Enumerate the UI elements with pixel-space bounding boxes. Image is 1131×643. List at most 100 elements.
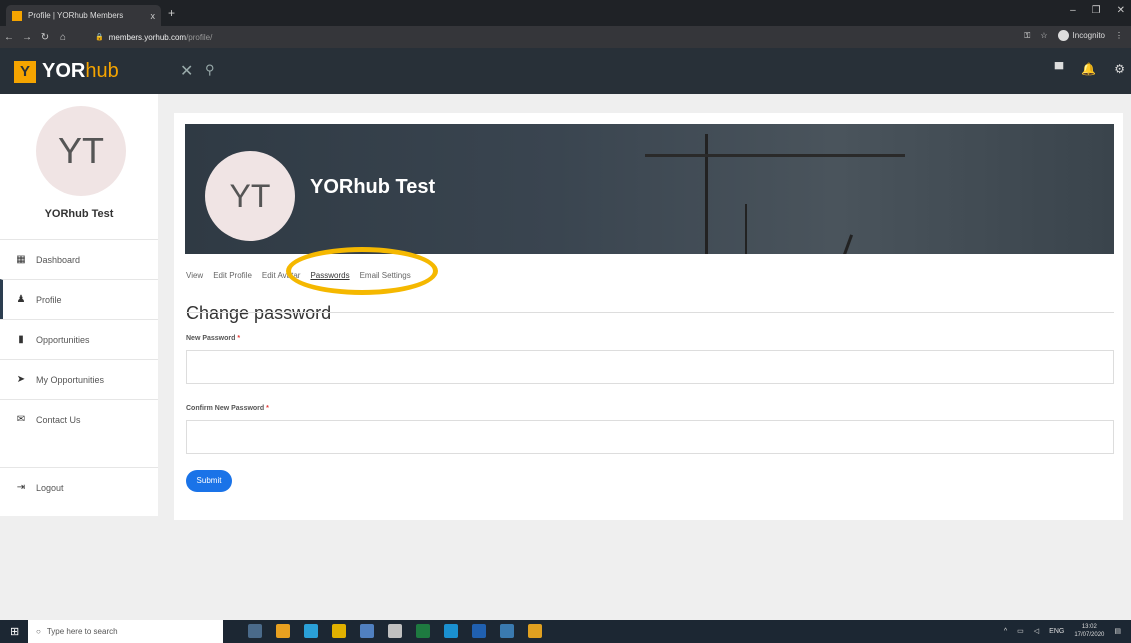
avatar: YT	[36, 106, 126, 196]
network-icon[interactable]: ▭	[1017, 627, 1024, 635]
back-icon[interactable]: ←	[0, 32, 18, 43]
sidebar-item-label: Opportunities	[36, 334, 90, 345]
browser-right-controls: ⚿ ☆ Incognito ⋮	[1024, 30, 1123, 41]
folder-icon[interactable]	[528, 624, 542, 638]
logo-mark: Y	[14, 60, 36, 83]
incognito-icon	[1057, 30, 1069, 41]
excel-icon[interactable]	[416, 624, 430, 638]
tab-passwords[interactable]: Passwords	[310, 271, 349, 280]
sidebar: YT YORhub Test ▦ Dashboard ♟ Profile ▮ O…	[0, 94, 158, 516]
profile-tabs: View Edit Profile Edit Avatar Passwords …	[186, 271, 411, 280]
tab-close-button[interactable]: x	[151, 11, 156, 21]
url-field[interactable]: 🔒 members.yorhub.com /profile/	[95, 30, 212, 44]
tab-edit-avatar[interactable]: Edit Avatar	[262, 271, 301, 280]
arrow-icon: ➤	[16, 374, 26, 385]
sidebar-item-label: Logout	[36, 482, 64, 493]
header-actions: ▀ 🔔 ⚙	[1055, 62, 1125, 76]
url-host: members.yorhub.com	[108, 32, 187, 42]
browser-tab[interactable]: Profile | YORhub Members x	[6, 5, 161, 26]
maximize-icon[interactable]: ❐	[1092, 5, 1101, 16]
clock[interactable]: 13:02 17/07/2020	[1074, 623, 1104, 639]
volume-icon[interactable]: ◁	[1034, 627, 1039, 635]
forward-icon[interactable]: →	[18, 32, 36, 43]
crane-image	[705, 134, 708, 254]
chevron-up-icon[interactable]: ^	[1004, 628, 1007, 635]
home-icon[interactable]: ⌂	[54, 32, 72, 43]
windows-taskbar: ⊞ ○ Type here to search ^ ▭ ◁ ENG 13:02 …	[0, 620, 1131, 643]
sidebar-item-label: My Opportunities	[36, 374, 105, 385]
new-password-label: New Password *	[186, 335, 241, 342]
bell-icon[interactable]: 🔔	[1081, 62, 1096, 76]
star-icon[interactable]: ☆	[1040, 31, 1047, 40]
language-indicator[interactable]: ENG	[1049, 628, 1064, 635]
confirm-password-label: Confirm New Password *	[186, 405, 269, 412]
sidebar-item-profile[interactable]: ♟ Profile	[0, 279, 158, 319]
gear-icon[interactable]: ⚙	[1114, 62, 1125, 76]
sidebar-user-name: YORhub Test	[44, 208, 114, 220]
banner-avatar: YT	[205, 151, 295, 241]
crane-image	[745, 204, 747, 254]
message-icon[interactable]: ▀	[1055, 62, 1064, 76]
app-icon[interactable]	[360, 624, 374, 638]
crane-image	[645, 154, 905, 157]
logo-text-light: hub	[85, 60, 119, 82]
app-header: Y YOR hub ✕ ⚲ ▀ 🔔 ⚙	[0, 48, 1131, 94]
tab-email-settings[interactable]: Email Settings	[360, 271, 411, 280]
clock-time: 13:02	[1081, 624, 1097, 630]
clock-date: 17/07/2020	[1074, 632, 1105, 638]
search-icon: ○	[36, 627, 41, 636]
incognito-badge[interactable]: Incognito	[1057, 30, 1105, 41]
favicon-icon	[12, 10, 22, 21]
reload-icon[interactable]: ↻	[36, 32, 54, 43]
divider	[186, 312, 1114, 313]
profile-banner: YT YORhub Test	[185, 124, 1114, 254]
profile-card: YT YORhub Test View Edit Profile Edit Av…	[174, 113, 1123, 520]
sidebar-item-contact-us[interactable]: ✉ Contact Us	[0, 399, 158, 439]
new-tab-button[interactable]: +	[168, 6, 175, 20]
task-view-icon[interactable]	[248, 624, 262, 638]
sidebar-item-dashboard[interactable]: ▦ Dashboard	[0, 239, 158, 279]
taskbar-search-input[interactable]: ○ Type here to search	[28, 620, 223, 643]
sidebar-item-opportunities[interactable]: ▮ Opportunities	[0, 319, 158, 359]
address-bar: ← → ↻ ⌂ 🔒 members.yorhub.com /profile/ ⚿…	[0, 26, 1131, 48]
window-controls: – ❐ ✕	[1070, 5, 1125, 16]
url-path: /profile/	[186, 32, 213, 42]
tab-view[interactable]: View	[186, 271, 203, 280]
person-icon: ♟	[16, 294, 26, 305]
yorhub-logo[interactable]: Y YOR hub	[14, 60, 119, 83]
key-icon[interactable]: ⚿	[1024, 31, 1030, 41]
word-icon[interactable]	[472, 624, 486, 638]
dashboard-icon: ▦	[16, 254, 26, 265]
taskbar-apps	[248, 624, 542, 638]
windows-start-icon[interactable]: ⊞	[10, 625, 19, 638]
new-password-field[interactable]	[186, 350, 1114, 384]
logout-icon: ⇥	[16, 482, 26, 493]
chrome-icon[interactable]	[276, 624, 290, 638]
sidebar-item-logout[interactable]: ⇥ Logout	[0, 467, 158, 507]
app-icon[interactable]	[332, 624, 346, 638]
app-icon[interactable]	[500, 624, 514, 638]
document-icon: ▮	[18, 334, 24, 345]
app-icon[interactable]	[304, 624, 318, 638]
mail-icon: ✉	[16, 414, 26, 425]
close-window-icon[interactable]: ✕	[1117, 5, 1125, 16]
crane-image	[839, 234, 854, 254]
menu-icon[interactable]: ⋮	[1115, 31, 1123, 40]
search-icon[interactable]: ⚲	[205, 62, 215, 78]
notification-icon[interactable]: ▤	[1114, 627, 1121, 635]
calculator-icon[interactable]	[388, 624, 402, 638]
app-icon[interactable]	[444, 624, 458, 638]
sidebar-item-label: Contact Us	[36, 414, 81, 425]
logo-text-bold: YOR	[42, 60, 86, 82]
submit-button[interactable]: Submit	[186, 470, 232, 492]
sidebar-item-my-opportunities[interactable]: ➤ My Opportunities	[0, 359, 158, 399]
browser-tab-bar: Profile | YORhub Members x + – ❐ ✕	[0, 0, 1131, 26]
confirm-password-field[interactable]	[186, 420, 1114, 454]
taskbar-search-placeholder: Type here to search	[46, 627, 118, 636]
system-tray: ^ ▭ ◁ ENG 13:02 17/07/2020 ▤	[1004, 623, 1121, 639]
close-menu-icon[interactable]: ✕	[180, 61, 193, 81]
minimize-icon[interactable]: –	[1070, 5, 1076, 16]
incognito-label: Incognito	[1072, 31, 1105, 40]
tab-edit-profile[interactable]: Edit Profile	[213, 271, 252, 280]
lock-icon: 🔒	[95, 34, 104, 41]
